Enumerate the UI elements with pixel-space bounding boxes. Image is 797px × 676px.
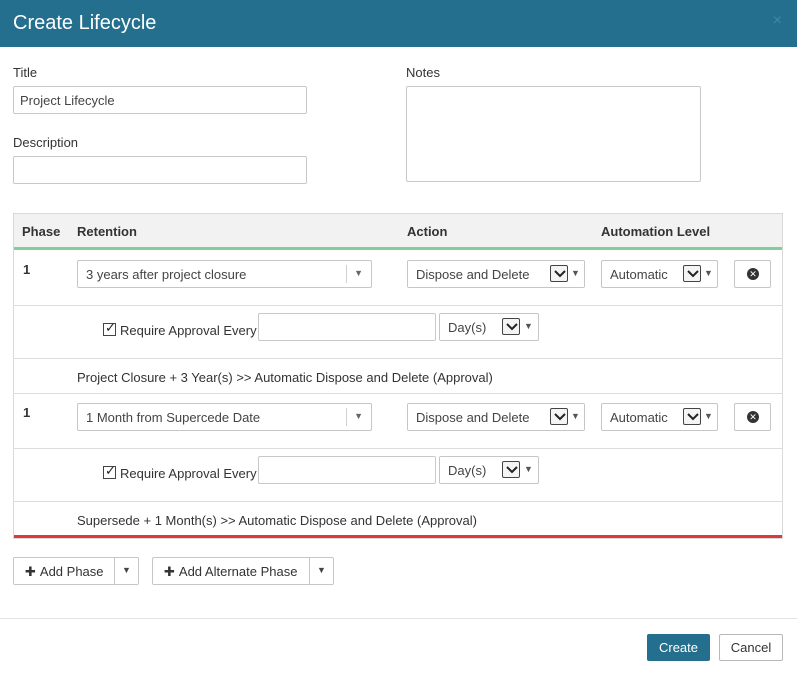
action-value: Dispose and Delete xyxy=(416,267,530,282)
automation-select[interactable]: Automatic ▼ xyxy=(601,260,718,288)
title-input[interactable] xyxy=(13,86,307,114)
close-icon[interactable]: × xyxy=(773,12,782,30)
select-separator xyxy=(346,408,347,426)
checkmark-icon: ✓ xyxy=(105,320,116,335)
approval-interval-input[interactable] xyxy=(258,313,436,341)
header-action: Action xyxy=(407,224,448,239)
chevron-down-icon xyxy=(683,265,701,282)
remove-phase-button[interactable]: ✕ xyxy=(734,260,771,288)
title-label: Title xyxy=(13,65,38,80)
retention-value: 3 years after project closure xyxy=(86,267,247,282)
phase-summary: Supersede + 1 Month(s) >> Automatic Disp… xyxy=(77,513,477,528)
row-divider xyxy=(14,305,782,306)
chevron-down-icon xyxy=(502,318,520,335)
approval-unit-select[interactable]: Day(s) ▼ xyxy=(439,313,539,341)
phase-summary: Project Closure + 3 Year(s) >> Automatic… xyxy=(77,370,493,385)
caret-down-icon[interactable]: ▼ xyxy=(317,565,326,575)
caret-down-icon: ▼ xyxy=(704,411,713,421)
remove-circle-icon: ✕ xyxy=(747,268,759,280)
action-value: Dispose and Delete xyxy=(416,410,530,425)
action-select[interactable]: Dispose and Delete ▼ xyxy=(407,403,585,431)
add-alternate-phase-button[interactable]: ✚ Add Alternate Phase ▼ xyxy=(152,557,334,585)
require-approval-checkbox[interactable]: ✓ xyxy=(103,463,116,479)
phase-number: 1 xyxy=(23,262,31,277)
checkmark-icon: ✓ xyxy=(105,463,116,478)
approval-unit-value: Day(s) xyxy=(448,320,487,335)
select-separator xyxy=(346,265,347,283)
approval-unit-value: Day(s) xyxy=(448,463,487,478)
plus-icon: ✚ xyxy=(164,564,175,579)
dialog-title: Create Lifecycle xyxy=(13,12,157,34)
row-divider xyxy=(14,393,782,394)
automation-select[interactable]: Automatic ▼ xyxy=(601,403,718,431)
split-divider xyxy=(309,558,310,584)
caret-down-icon[interactable]: ▼ xyxy=(122,565,131,575)
plus-icon: ✚ xyxy=(25,564,36,579)
description-label: Description xyxy=(13,135,79,150)
description-input[interactable] xyxy=(13,156,307,184)
phases-table: Phase Retention Action Automation Level … xyxy=(13,213,783,539)
remove-phase-button[interactable]: ✕ xyxy=(734,403,771,431)
caret-down-icon: ▼ xyxy=(524,321,533,331)
chevron-down-icon xyxy=(550,265,568,282)
header-retention: Retention xyxy=(77,224,137,239)
chevron-down-icon xyxy=(683,408,701,425)
split-divider xyxy=(114,558,115,584)
require-approval-label: Require Approval Every xyxy=(120,466,257,481)
caret-down-icon: ▼ xyxy=(571,268,580,278)
approval-unit-select[interactable]: Day(s) ▼ xyxy=(439,456,539,484)
automation-value: Automatic xyxy=(610,267,668,282)
dialog-header: Create Lifecycle × xyxy=(0,0,797,47)
retention-select[interactable]: 3 years after project closure ▼ xyxy=(77,260,372,288)
phase-group-end-rule xyxy=(14,535,782,538)
header-phase: Phase xyxy=(22,224,61,239)
add-phase-label: Add Phase xyxy=(39,564,104,579)
phase-number: 1 xyxy=(23,405,31,420)
cancel-button[interactable]: Cancel xyxy=(719,634,783,661)
require-approval-label: Require Approval Every xyxy=(120,323,257,338)
caret-down-icon: ▼ xyxy=(354,268,363,278)
add-alternate-phase-label: Add Alternate Phase xyxy=(178,564,298,579)
create-button[interactable]: Create xyxy=(647,634,710,661)
caret-down-icon: ▼ xyxy=(704,268,713,278)
chevron-down-icon xyxy=(550,408,568,425)
chevron-down-icon xyxy=(502,461,520,478)
caret-down-icon: ▼ xyxy=(524,464,533,474)
header-automation-level: Automation Level xyxy=(601,224,711,239)
automation-value: Automatic xyxy=(610,410,668,425)
caret-down-icon: ▼ xyxy=(571,411,580,421)
remove-circle-icon: ✕ xyxy=(747,411,759,423)
notes-textarea[interactable] xyxy=(406,86,701,182)
table-header: Phase Retention Action Automation Level xyxy=(14,214,782,250)
retention-value: 1 Month from Supercede Date xyxy=(86,410,261,425)
footer-divider xyxy=(0,618,797,619)
retention-select[interactable]: 1 Month from Supercede Date ▼ xyxy=(77,403,372,431)
approval-interval-input[interactable] xyxy=(258,456,436,484)
caret-down-icon: ▼ xyxy=(354,411,363,421)
row-divider xyxy=(14,448,782,449)
row-divider xyxy=(14,501,782,502)
row-divider xyxy=(14,358,782,359)
add-phase-button[interactable]: ✚ Add Phase ▼ xyxy=(13,557,139,585)
require-approval-checkbox[interactable]: ✓ xyxy=(103,320,116,336)
action-select[interactable]: Dispose and Delete ▼ xyxy=(407,260,585,288)
notes-label: Notes xyxy=(406,65,440,80)
